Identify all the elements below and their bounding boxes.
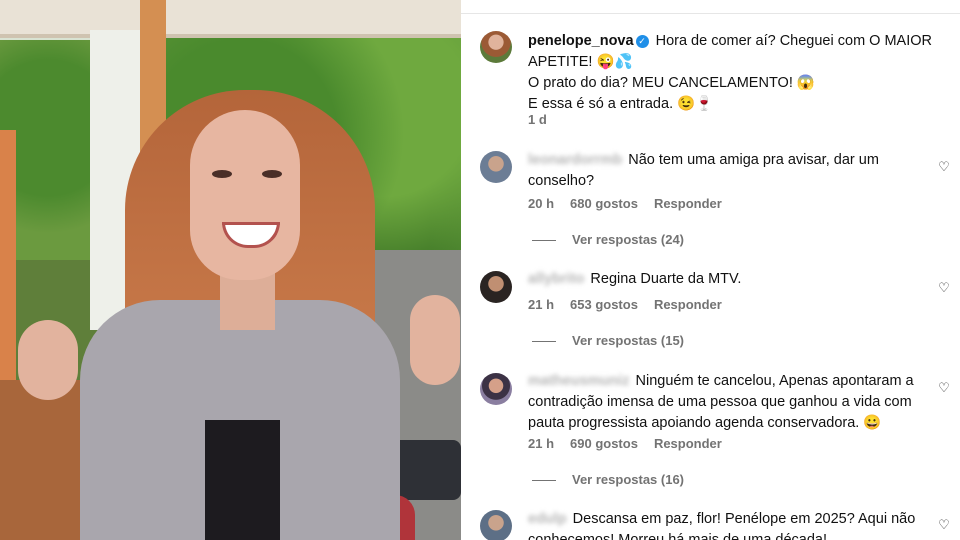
photo-orange-wall: [0, 130, 16, 410]
comment-text: Regina Duarte da MTV.: [590, 271, 742, 287]
reply-button[interactable]: Responder: [654, 297, 722, 312]
photo-person-hand-left: [18, 320, 78, 400]
comment-avatar[interactable]: [480, 151, 512, 183]
view-replies-button[interactable]: Ver respostas (15): [532, 333, 684, 348]
comment-username[interactable]: allybrito: [528, 269, 584, 290]
photo-person-top: [205, 420, 280, 540]
photo-person-face: [190, 110, 300, 280]
comment-avatar[interactable]: [480, 271, 512, 303]
comment-time[interactable]: 21 h: [528, 436, 554, 451]
replies-divider: [532, 341, 556, 343]
comment-meta: 20 h 680 gostos Responder: [528, 196, 738, 211]
verified-badge-icon: ✓: [635, 35, 649, 48]
comment-time[interactable]: 21 h: [528, 297, 554, 312]
comments-panel: penelope_nova ✓ Hora de comer aí? Cheguei…: [461, 0, 960, 540]
comment-item: edulp Descansa em paz, flor! Penélope em …: [528, 509, 928, 540]
comment-username[interactable]: edulp: [528, 509, 567, 530]
heart-outline-icon[interactable]: ♡: [937, 160, 951, 174]
comment-text: Descansa em paz, flor! Penélope em 2025?…: [528, 511, 916, 540]
view-replies-label: Ver respostas (16): [572, 472, 685, 487]
comment-likes[interactable]: 680 gostos: [570, 196, 638, 211]
post-author-username[interactable]: penelope_nova: [528, 33, 634, 49]
comment-meta: 21 h 690 gostos Responder: [528, 436, 738, 451]
photo-person-eye: [212, 170, 232, 178]
replies-divider: [532, 240, 556, 242]
comment-time[interactable]: 20 h: [528, 196, 554, 211]
comment-username[interactable]: matheusmuniz: [528, 371, 630, 392]
comment-likes[interactable]: 653 gostos: [570, 297, 638, 312]
photo-person-hand-right: [410, 295, 460, 385]
comment-item: leonardorrmb Não tem uma amiga pra avisar…: [528, 150, 928, 192]
caption-line-2: O prato do dia? MEU CANCELAMENTO! 😱: [528, 75, 815, 91]
comment-likes[interactable]: 690 gostos: [570, 436, 638, 451]
post-photo[interactable]: [0, 0, 461, 540]
comment-username[interactable]: leonardorrmb: [528, 150, 622, 171]
post-meta: 1 d: [528, 112, 563, 127]
heart-outline-icon[interactable]: ♡: [937, 381, 951, 395]
view-replies-button[interactable]: Ver respostas (16): [532, 472, 684, 487]
photo-person-eye: [262, 170, 282, 178]
comment-avatar[interactable]: [480, 373, 512, 405]
panel-top-divider: [461, 13, 960, 14]
comment-avatar[interactable]: [480, 510, 512, 540]
photo-pergola-roof: [0, 0, 461, 38]
comment-item: allybrito Regina Duarte da MTV.: [528, 269, 928, 290]
view-replies-label: Ver respostas (15): [572, 333, 685, 348]
comment-meta: 21 h 653 gostos Responder: [528, 297, 738, 312]
view-replies-button[interactable]: Ver respostas (24): [532, 232, 684, 247]
post-author-avatar[interactable]: [480, 31, 512, 63]
comment-item: matheusmuniz Ninguém te cancelou, Apenas …: [528, 371, 928, 434]
post-time[interactable]: 1 d: [528, 112, 547, 127]
view-replies-label: Ver respostas (24): [572, 232, 685, 247]
caption-line-3: E essa é só a entrada. 😉🍷: [528, 96, 714, 112]
heart-outline-icon[interactable]: ♡: [937, 518, 951, 532]
reply-button[interactable]: Responder: [654, 436, 722, 451]
post-caption: penelope_nova ✓ Hora de comer aí? Cheguei…: [528, 31, 948, 115]
replies-divider: [532, 480, 556, 482]
heart-outline-icon[interactable]: ♡: [937, 281, 951, 295]
reply-button[interactable]: Responder: [654, 196, 722, 211]
